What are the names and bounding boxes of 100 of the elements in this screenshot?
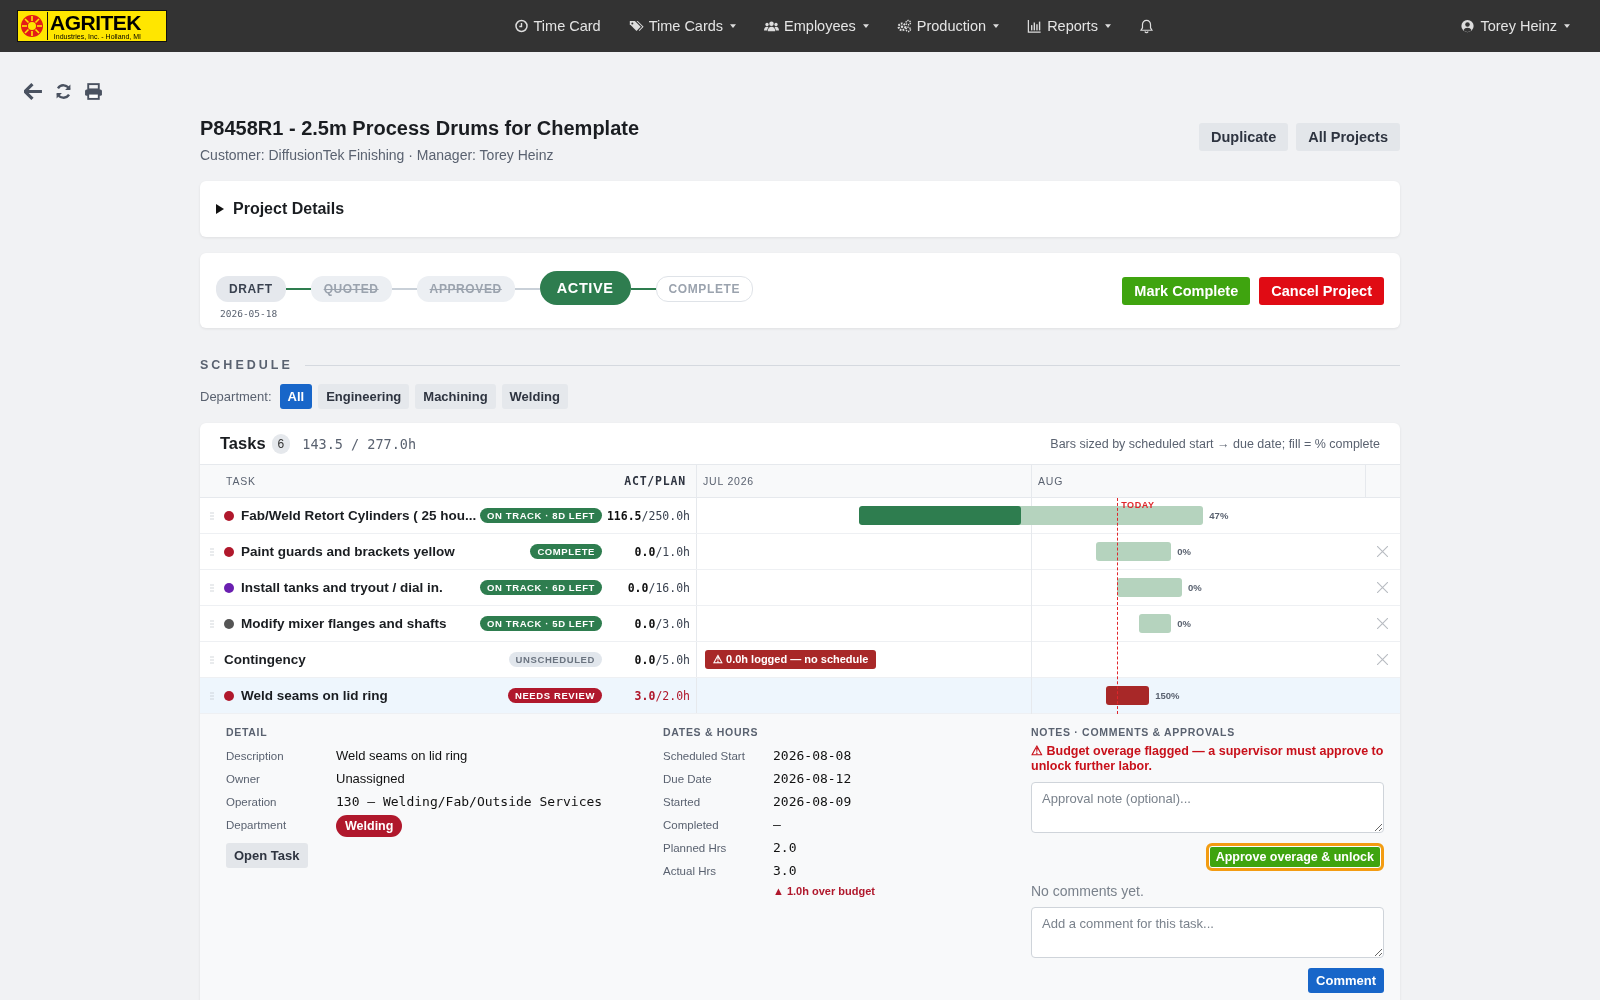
tags-icon: [628, 19, 644, 33]
status-badge: UNSCHEDULED: [508, 652, 602, 667]
logo-name: AGRITEK: [50, 12, 141, 33]
field-value: Weld seams on lid ring: [336, 748, 468, 763]
nav-menu-item[interactable]: Reports: [1027, 18, 1111, 34]
task-name: Fab/Weld Retort Cylinders ( 25 hou...: [241, 508, 478, 523]
task-row[interactable]: Paint guards and brackets yellow COMPLETE 0.0/1.0h 0%: [200, 534, 1400, 570]
detail-heading: DATES & HOURS: [663, 726, 760, 738]
tasks-title: Tasks: [220, 434, 266, 453]
detail-heading: DETAIL: [226, 726, 269, 738]
department-filter[interactable]: Welding: [501, 384, 568, 409]
user-avatar-icon: [1460, 19, 1476, 33]
task-row[interactable]: Modify mixer flanges and shafts ON TRACK · 5D LEFT 0.0/3.0h 0%: [200, 606, 1400, 642]
hours-value: 0.0/3.0h: [633, 616, 690, 631]
bar-chart-icon: [1027, 19, 1043, 33]
users-icon: [764, 19, 780, 33]
caret-icon: [993, 24, 1000, 28]
today-label: TODAY: [1121, 500, 1155, 510]
print-icon[interactable]: [84, 83, 103, 100]
remove-icon[interactable]: [1377, 546, 1388, 557]
back-arrow-icon[interactable]: [24, 83, 43, 100]
project-details-label: Project Details: [233, 200, 345, 218]
caret-icon: [1104, 24, 1111, 28]
hours-total: 143.5 / 277.0h: [302, 435, 417, 452]
field-label: Planned Hrs: [663, 841, 728, 854]
comment-field[interactable]: Add a comment for this task...: [1031, 907, 1384, 958]
percent-label: 150%: [1155, 690, 1180, 701]
field-value: —: [773, 817, 781, 832]
schedule-bar[interactable]: [1106, 686, 1150, 705]
chart-legend: Bars sized by scheduled start → due date; fill = % complete: [1050, 436, 1380, 451]
section-heading: SCHEDULE: [200, 358, 293, 372]
task-name: Paint guards and brackets yellow: [241, 544, 456, 559]
column-header: TASK: [226, 475, 256, 487]
workflow-button[interactable]: Cancel Project: [1259, 276, 1384, 305]
remove-icon[interactable]: [1377, 654, 1388, 665]
field-label: Actual Hrs: [663, 864, 718, 877]
remove-icon[interactable]: [1377, 582, 1388, 593]
over-budget-note: ▲ 1.0h over budget: [773, 885, 876, 897]
percent-label: 47%: [1209, 510, 1229, 521]
nav-menu-item[interactable]: Time Cards: [628, 18, 737, 34]
header-button[interactable]: Duplicate: [1198, 123, 1289, 151]
project-title: P8458R1 - 2.5m Process Drums for Chemplate: [200, 117, 640, 140]
month-label: AUG: [1031, 465, 1064, 498]
open-task-button[interactable]: Open Task: [226, 843, 308, 868]
field-label: Scheduled Start: [663, 749, 746, 762]
workflow-step[interactable]: DRAFT: [216, 275, 286, 302]
comment-button[interactable]: Comment: [1308, 968, 1384, 993]
workflow-step[interactable]: ACTIVE: [539, 270, 631, 305]
status-badge: COMPLETE: [530, 544, 602, 559]
nav-menu-item[interactable]: Time Card: [513, 18, 601, 34]
hours-value: 3.0/2.0h: [633, 688, 690, 703]
field-label: Owner: [226, 772, 261, 785]
filter-label: Department:: [200, 389, 272, 404]
sunburst-icon: [20, 14, 44, 38]
hours-value: 0.0/1.0h: [633, 544, 690, 559]
step-date: 2026-05-18: [219, 307, 278, 319]
percent-label: 0%: [1177, 618, 1191, 629]
caret-icon: [1564, 24, 1570, 28]
field-label: Description: [226, 749, 285, 762]
approval-note-field[interactable]: Approval note (optional)...: [1031, 782, 1384, 833]
task-name: Contingency: [224, 652, 307, 667]
department-filter[interactable]: All: [279, 384, 313, 409]
header-button[interactable]: All Projects: [1296, 123, 1400, 151]
warning-badge: ⚠ 0.0h logged — no schedule: [705, 650, 877, 669]
caret-icon: [862, 24, 869, 28]
status-badge: ON TRACK · 8D LEFT: [480, 508, 602, 523]
caret-icon: [730, 24, 737, 28]
status-badge: ON TRACK · 5D LEFT: [480, 616, 602, 631]
hours-value: 116.5/250.0h: [605, 508, 690, 523]
remove-icon[interactable]: [1377, 618, 1388, 629]
nav-menu-item[interactable]: Production: [896, 18, 1000, 34]
user-menu[interactable]: Torey Heinz: [1460, 18, 1570, 34]
month-label: JUL 2026: [702, 475, 754, 487]
field-value: 130 – Welding/Fab/Outside Services: [336, 794, 603, 809]
schedule-bar[interactable]: [858, 506, 1204, 525]
percent-label: 0%: [1187, 582, 1202, 593]
bell-icon[interactable]: [1138, 18, 1154, 34]
clock-icon: [513, 19, 529, 33]
field-value: 2026-08-12: [773, 771, 852, 786]
field-label: Operation: [226, 795, 278, 808]
status-badge: NEEDS REVIEW: [507, 688, 602, 703]
task-row[interactable]: Install tanks and tryout / dial in. ON TRACK · 6D LEFT 0.0/16.0h 0%: [200, 570, 1400, 606]
department-filter[interactable]: Engineering: [318, 384, 410, 409]
task-row[interactable]: Weld seams on lid ring NEEDS REVIEW 3.0/2.0h 150%: [200, 678, 1400, 714]
hours-value: 0.0/5.0h: [633, 652, 690, 667]
task-count: 6: [271, 433, 291, 454]
project-details-panel[interactable]: Project Details: [200, 181, 1400, 237]
project-subtitle: Customer: DiffusionTek Finishing · Manager: Torey Heinz: [200, 147, 555, 163]
nav-menu-item[interactable]: Employees: [764, 18, 869, 34]
department-filter[interactable]: Machining: [415, 384, 496, 409]
field-value: 2026-08-09: [773, 794, 852, 809]
department-tag: Welding: [336, 815, 403, 837]
task-name: Install tanks and tryout / dial in.: [241, 580, 444, 595]
overage-warning-text: ⚠ Budget overage flagged — a supervisor must approve to unlock further labor.: [1031, 744, 1384, 774]
refresh-icon[interactable]: [54, 83, 73, 100]
task-name: Weld seams on lid ring: [241, 688, 389, 703]
field-label: Due Date: [663, 772, 713, 785]
status-badge: ON TRACK · 6D LEFT: [480, 580, 602, 595]
gears-icon: [896, 19, 912, 33]
column-header: ACT/PLAN: [624, 474, 686, 488]
